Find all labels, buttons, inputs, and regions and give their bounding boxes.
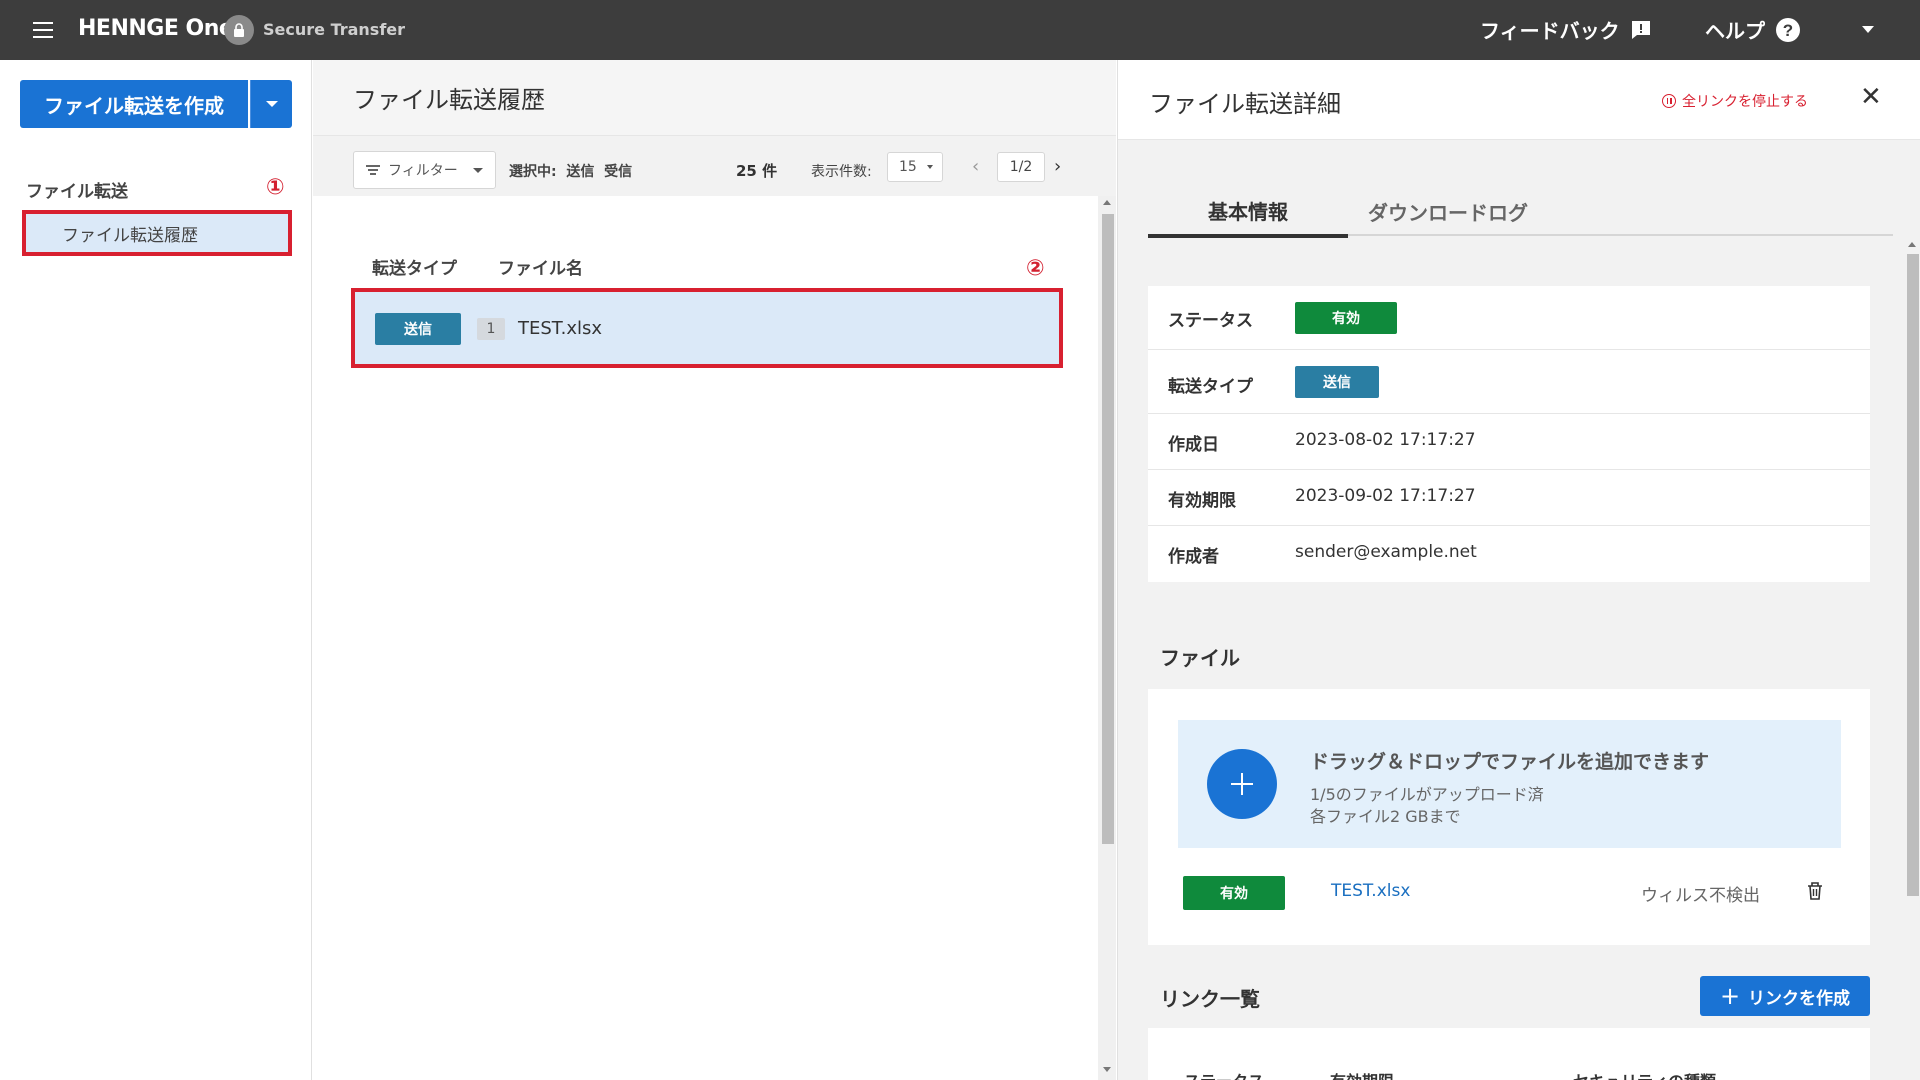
account-dropdown-icon[interactable] (1862, 26, 1874, 33)
status-badge: 有効 (1295, 302, 1397, 334)
row-filename: TEST.xlsx (518, 318, 603, 339)
file-dropzone[interactable]: ドラッグ＆ドロップでファイルを追加できます 1/5のファイルがアップロード済 各… (1178, 720, 1841, 848)
dropzone-upload-count: 1/5のファイルがアップロード済 (1310, 785, 1544, 804)
stop-all-links-button[interactable]: 全リンクを停止する (1662, 91, 1808, 111)
file-status-badge: 有効 (1183, 876, 1285, 910)
scroll-up-icon[interactable] (1103, 200, 1111, 205)
basic-info-card: ステータス 有効 転送タイプ 送信 作成日 2023-08-02 17:17:2… (1148, 286, 1870, 582)
expires-label: 有効期限 (1168, 491, 1236, 511)
add-file-icon[interactable] (1207, 749, 1277, 819)
per-page-select[interactable]: 15 (887, 152, 943, 182)
secure-transfer-logo-icon (224, 15, 254, 45)
transfer-type-badge: 送信 (375, 313, 461, 345)
column-header-expires: 有効期限 (1330, 1068, 1394, 1080)
scroll-up-icon[interactable] (1908, 242, 1916, 247)
detail-header: ファイル転送詳細 全リンクを停止する ✕ (1118, 60, 1920, 140)
author-label: 作成者 (1168, 547, 1219, 567)
create-transfer-dropdown-button[interactable] (250, 80, 292, 128)
expires-value: 2023-09-02 17:17:27 (1295, 486, 1476, 506)
plus-icon: + (1719, 982, 1741, 1010)
scrollbar-thumb[interactable] (1907, 254, 1919, 896)
transfer-detail-pane: ファイル転送詳細 全リンクを停止する ✕ 基本情報 ダウンロードログ ステータス… (1117, 60, 1920, 1080)
detail-tabs: 基本情報 ダウンロードログ (1148, 186, 1893, 238)
filter-icon (366, 163, 380, 177)
created-label: 作成日 (1168, 435, 1219, 455)
dropzone-size-limit: 各ファイル2 GBまで (1310, 807, 1461, 826)
annotation-marker-2: ② (1026, 256, 1045, 281)
file-count-chip: 1 (477, 318, 505, 340)
info-row-author: 作成者 sender@example.net (1148, 526, 1870, 582)
result-count: 25 件 (736, 162, 778, 180)
info-row-status: ステータス 有効 (1148, 286, 1870, 350)
tab-download-log[interactable]: ダウンロードログ (1348, 186, 1548, 236)
help-label: ヘルプ (1705, 19, 1765, 43)
per-page-label: 表示件数: (811, 164, 872, 180)
prev-page-icon[interactable]: ‹ (972, 156, 979, 177)
create-link-label: リンクを作成 (1748, 988, 1851, 1009)
transfer-list-pane: ファイル転送履歴 フィルター 選択中: 送信 受信 25 件 表示件数: 15 … (313, 60, 1116, 1080)
author-value: sender@example.net (1295, 542, 1477, 562)
info-row-type: 転送タイプ 送信 (1148, 350, 1870, 414)
pause-icon (1662, 94, 1676, 108)
virus-scan-status: ウィルス不検出 (1641, 886, 1760, 906)
annotation-marker-1: ① (266, 175, 285, 200)
chevron-down-icon (265, 101, 278, 107)
status-label: ステータス (1168, 311, 1253, 331)
file-name-link[interactable]: TEST.xlsx (1331, 881, 1410, 901)
create-link-button[interactable]: + リンクを作成 (1700, 976, 1870, 1016)
created-value: 2023-08-02 17:17:27 (1295, 430, 1476, 450)
list-header: ファイル転送履歴 (313, 60, 1116, 136)
column-header-type: 転送タイプ (372, 259, 457, 279)
trash-icon[interactable] (1806, 881, 1824, 901)
detail-scrollbar[interactable] (1903, 236, 1920, 1080)
info-row-created: 作成日 2023-08-02 17:17:27 (1148, 414, 1870, 470)
detail-title: ファイル転送詳細 (1149, 90, 1341, 118)
files-card: ドラッグ＆ドロップでファイルを追加できます 1/5のファイルがアップロード済 各… (1148, 689, 1870, 945)
column-header-filename: ファイル名 (498, 259, 583, 279)
type-label: 転送タイプ (1168, 377, 1253, 397)
page-title: ファイル転送履歴 (353, 86, 545, 114)
scrollbar-thumb[interactable] (1102, 214, 1114, 844)
brand-logo: HENNGE One (78, 16, 234, 41)
feedback-label: フィードバック (1480, 19, 1620, 43)
svg-text:?: ? (1783, 21, 1793, 40)
chevron-down-icon (473, 168, 483, 173)
sidebar-item-transfer-history[interactable]: ファイル転送履歴 (22, 210, 292, 256)
dropzone-title: ドラッグ＆ドロップでファイルを追加できます (1310, 751, 1710, 773)
product-name: Secure Transfer (263, 20, 406, 39)
column-header-security: セキュリティの種類 (1573, 1068, 1716, 1080)
filter-label: フィルター (388, 163, 458, 179)
next-page-icon[interactable]: › (1054, 156, 1061, 177)
files-section-title: ファイル (1160, 646, 1240, 670)
close-icon[interactable]: ✕ (1860, 84, 1882, 110)
links-table: ステータス 有効期限 セキュリティの種類 (1148, 1028, 1870, 1080)
table-row[interactable]: 送信 1 TEST.xlsx (351, 288, 1063, 368)
filter-button[interactable]: フィルター (353, 151, 496, 189)
feedback-icon (1631, 20, 1650, 39)
transfer-table: 転送タイプ ファイル名 ② 送信 1 TEST.xlsx (313, 196, 1098, 1080)
help-icon: ? (1776, 17, 1800, 42)
stop-all-links-label: 全リンクを停止する (1682, 94, 1808, 110)
chevron-down-icon (927, 165, 933, 169)
help-link[interactable]: ヘルプ ? (1705, 15, 1801, 44)
transfer-type-badge: 送信 (1295, 366, 1379, 398)
top-bar: HENNGE One Secure Transfer フィードバック ヘルプ ? (0, 0, 1920, 60)
create-transfer-button[interactable]: ファイル転送を作成 (20, 80, 248, 128)
menu-icon[interactable] (33, 22, 53, 38)
selected-filter-text: 選択中: 送信 受信 (509, 164, 633, 180)
feedback-link[interactable]: フィードバック (1480, 15, 1652, 44)
sidebar-item-label: ファイル転送履歴 (62, 225, 198, 246)
list-scrollbar[interactable] (1098, 196, 1116, 1080)
per-page-value: 15 (899, 159, 917, 175)
page-indicator[interactable]: 1/2 (997, 152, 1045, 182)
sidebar-section-label: ファイル転送 (26, 182, 128, 202)
scroll-down-icon[interactable] (1103, 1067, 1111, 1072)
links-section-title: リンク一覧 (1160, 987, 1260, 1011)
column-header-status: ステータス (1184, 1068, 1264, 1080)
tab-basic-info[interactable]: 基本情報 (1148, 186, 1348, 238)
list-toolbar: フィルター 選択中: 送信 受信 25 件 表示件数: 15 ‹ 1/2 › (313, 136, 1116, 196)
info-row-expires: 有効期限 2023-09-02 17:17:27 (1148, 470, 1870, 526)
sidebar: ファイル転送を作成 ファイル転送 ① ファイル転送履歴 (0, 60, 312, 1080)
